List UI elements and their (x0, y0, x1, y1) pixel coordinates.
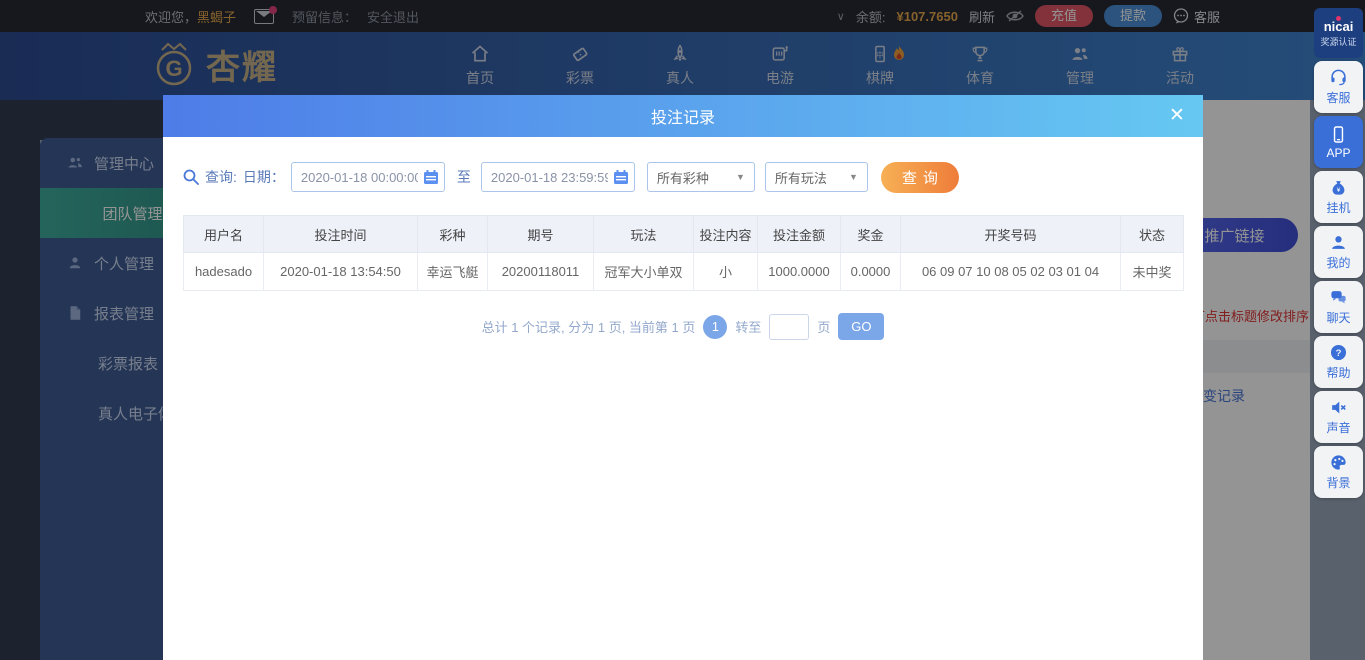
lottery-type-value: 所有彩种 (656, 170, 709, 186)
rail-item-sound[interactable]: 声音 (1314, 391, 1363, 443)
play-type-select[interactable]: 所有玩法 ▼ (764, 162, 868, 192)
cell-bet-time: 2020-01-18 13:54:50 (263, 252, 418, 291)
rail-item-label: APP (1326, 145, 1351, 160)
question-icon: ? (1330, 344, 1347, 361)
date-to-input[interactable] (480, 162, 635, 192)
goto-page-input[interactable] (769, 313, 810, 340)
cell-bet-amount: 1000.0000 (757, 252, 841, 291)
col-lottery[interactable]: 彩种 (417, 215, 488, 253)
speaker-muted-icon (1332, 401, 1346, 414)
modal-title-bar: 投注记录 ✕ (163, 95, 1203, 137)
table-header-row: 用户名 投注时间 彩种 期号 玩法 投注内容 投注金额 奖金 开奖号码 状态 (183, 215, 1184, 253)
cell-draw-numbers: 06 09 07 10 08 05 02 03 01 04 (900, 252, 1121, 291)
go-button[interactable]: GO (838, 313, 885, 340)
rail-item-label: 客服 (1326, 91, 1351, 105)
goto-label: 转至 (735, 320, 762, 335)
rail-item-app[interactable]: APP (1314, 116, 1363, 168)
nicai-cert-badge[interactable]: nicai 奖源认证 (1314, 8, 1363, 58)
col-issue[interactable]: 期号 (487, 215, 594, 253)
lottery-type-select[interactable]: 所有彩种 ▼ (646, 162, 755, 192)
bet-records-modal: 投注记录 ✕ 查询: 日期： 至 所有彩种 ▼ 所有玩法 ▼ 查询 用户名 (163, 95, 1203, 660)
nicai-logo: nicai (1324, 15, 1353, 34)
rail-item-label: 挂机 (1326, 201, 1351, 215)
date-from-wrap (290, 162, 445, 192)
col-username[interactable]: 用户名 (183, 215, 264, 253)
search-icon (183, 169, 199, 185)
rail-item-label: 声音 (1326, 421, 1351, 435)
pagination: 总计 1 个记录, 分为 1 页, 当前第 1 页 1 转至 页 GO (163, 313, 1203, 340)
col-prize[interactable]: 奖金 (840, 215, 901, 253)
rail-item-chat[interactable]: 聊天 (1314, 281, 1363, 333)
col-status[interactable]: 状态 (1120, 215, 1184, 253)
col-bet-time[interactable]: 投注时间 (263, 215, 418, 253)
col-bet-amount[interactable]: 投注金额 (757, 215, 841, 253)
nicai-red-dot (1335, 15, 1341, 21)
pagination-summary: 总计 1 个记录, 分为 1 页, 当前第 1 页 (481, 320, 696, 335)
cell-status: 未中奖 (1120, 252, 1184, 291)
table-row: hadesado 2020-01-18 13:54:50 幸运飞艇 202001… (183, 252, 1184, 291)
svg-text:¥: ¥ (1337, 187, 1341, 194)
page-1-button[interactable]: 1 (703, 314, 728, 339)
to-label: 至 (456, 169, 471, 185)
svg-text:?: ? (1336, 348, 1342, 359)
cell-lottery: 幸运飞艇 (417, 252, 488, 291)
rail-item-service[interactable]: 客服 (1314, 61, 1363, 113)
cell-play: 冠军大小单双 (593, 252, 694, 291)
rail-item-mine[interactable]: 我的 (1314, 226, 1363, 278)
cell-username: hadesado (183, 252, 264, 291)
date-to-wrap (480, 162, 635, 192)
query-submit-button[interactable]: 查询 (880, 161, 959, 193)
rail-item-label: 帮助 (1326, 366, 1351, 380)
rail-item-help[interactable]: ? 帮助 (1314, 336, 1363, 388)
right-tool-rail: nicai 奖源认证 客服 APP ¥ 挂机 我的 聊天 ? 帮助 声音 背景 (1314, 8, 1363, 498)
col-draw-numbers[interactable]: 开奖号码 (900, 215, 1121, 253)
col-bet-content[interactable]: 投注内容 (693, 215, 758, 253)
rail-item-autobet[interactable]: ¥ 挂机 (1314, 171, 1363, 223)
bet-records-table: 用户名 投注时间 彩种 期号 玩法 投注内容 投注金额 奖金 开奖号码 状态 h… (183, 215, 1184, 291)
query-label: 查询: (205, 169, 237, 185)
palette-icon (1331, 455, 1346, 470)
page-unit-label: 页 (817, 320, 831, 335)
rail-item-label: 我的 (1326, 256, 1351, 270)
query-toolbar: 查询: 日期： 至 所有彩种 ▼ 所有玩法 ▼ 查询 (183, 161, 959, 193)
cell-bet-content: 小 (693, 252, 758, 291)
play-type-value: 所有玩法 (774, 170, 827, 186)
rail-item-background[interactable]: 背景 (1314, 446, 1363, 498)
modal-title: 投注记录 (650, 110, 715, 127)
date-label: 日期： (242, 169, 285, 185)
money-bag-icon: ¥ (1332, 181, 1345, 195)
cert-label: 奖源认证 (1320, 36, 1357, 47)
close-icon[interactable]: ✕ (1165, 104, 1189, 128)
rail-item-label: 背景 (1326, 476, 1351, 490)
person-icon (1332, 236, 1345, 249)
date-from-input[interactable] (290, 162, 445, 192)
cell-issue: 20200118011 (487, 252, 594, 291)
chat-bubbles-icon (1331, 291, 1346, 304)
rail-item-label: 聊天 (1326, 311, 1351, 325)
select-arrow-icon: ▼ (848, 172, 858, 182)
headset-icon (1331, 69, 1346, 86)
cell-prize: 0.0000 (840, 252, 901, 291)
col-play[interactable]: 玩法 (593, 215, 694, 253)
phone-icon (1333, 125, 1344, 143)
select-arrow-icon: ▼ (735, 172, 745, 182)
